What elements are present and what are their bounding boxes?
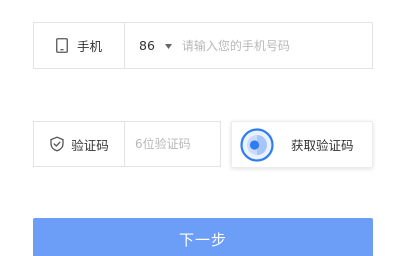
phone-label: 手机 (76, 39, 102, 54)
get-code-button[interactable]: 获取验证码 (231, 121, 373, 168)
chevron-down-icon (164, 44, 172, 49)
get-code-label: 获取验证码 (291, 138, 354, 153)
phone-field-group: 手机 86 (33, 22, 373, 69)
country-code-value: 86 (139, 38, 155, 53)
captcha-target-icon (239, 127, 275, 163)
next-button[interactable]: 下一步 (33, 218, 373, 256)
code-field-group: 验证码 (33, 121, 221, 167)
shield-check-icon (49, 136, 65, 152)
phone-label-cell: 手机 (34, 23, 125, 68)
code-label-cell: 验证码 (34, 122, 125, 166)
country-code-select[interactable]: 86 (139, 38, 172, 53)
register-form: 手机 86 验证码 (0, 0, 409, 256)
code-label: 验证码 (71, 137, 109, 153)
code-input[interactable] (135, 122, 220, 166)
phone-icon (56, 38, 68, 53)
phone-input[interactable] (181, 23, 372, 68)
